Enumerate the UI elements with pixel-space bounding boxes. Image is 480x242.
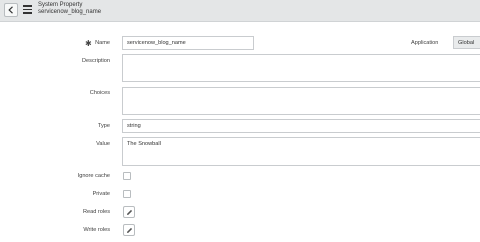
system-property-form-page: System Property servicenow_blog_name ✱ N… <box>0 0 480 242</box>
back-button[interactable] <box>4 3 18 17</box>
private-label: Private <box>92 191 110 197</box>
choices-textarea[interactable] <box>122 87 480 115</box>
type-label: Type <box>97 123 110 129</box>
application-label: Application <box>411 40 439 46</box>
write-roles-label: Write roles <box>83 227 110 233</box>
description-label: Description <box>82 58 110 64</box>
read-roles-edit-button[interactable] <box>123 206 135 218</box>
hamburger-menu-icon[interactable] <box>23 5 32 14</box>
value-textarea[interactable]: The Snowball <box>122 137 480 166</box>
ignore-cache-label: Ignore cache <box>77 173 110 179</box>
header-subtitle: servicenow_blog_name <box>38 9 102 15</box>
private-checkbox[interactable] <box>123 190 131 198</box>
chevron-left-icon <box>8 6 13 14</box>
write-roles-edit-button[interactable] <box>123 224 135 236</box>
application-field: Global <box>453 36 480 49</box>
name-input[interactable]: servicenow_blog_name <box>122 36 254 50</box>
description-textarea[interactable] <box>122 54 480 82</box>
ignore-cache-checkbox[interactable] <box>123 172 131 180</box>
header-title: System Property <box>38 2 83 8</box>
pencil-icon <box>127 227 133 233</box>
type-input[interactable]: string <box>122 119 480 133</box>
pencil-icon <box>127 209 133 215</box>
name-label: Name <box>95 40 110 46</box>
value-label: Value <box>96 141 110 147</box>
form-header: System Property servicenow_blog_name <box>0 0 480 22</box>
read-roles-label: Read roles <box>82 209 110 215</box>
choices-label: Choices <box>89 90 110 96</box>
